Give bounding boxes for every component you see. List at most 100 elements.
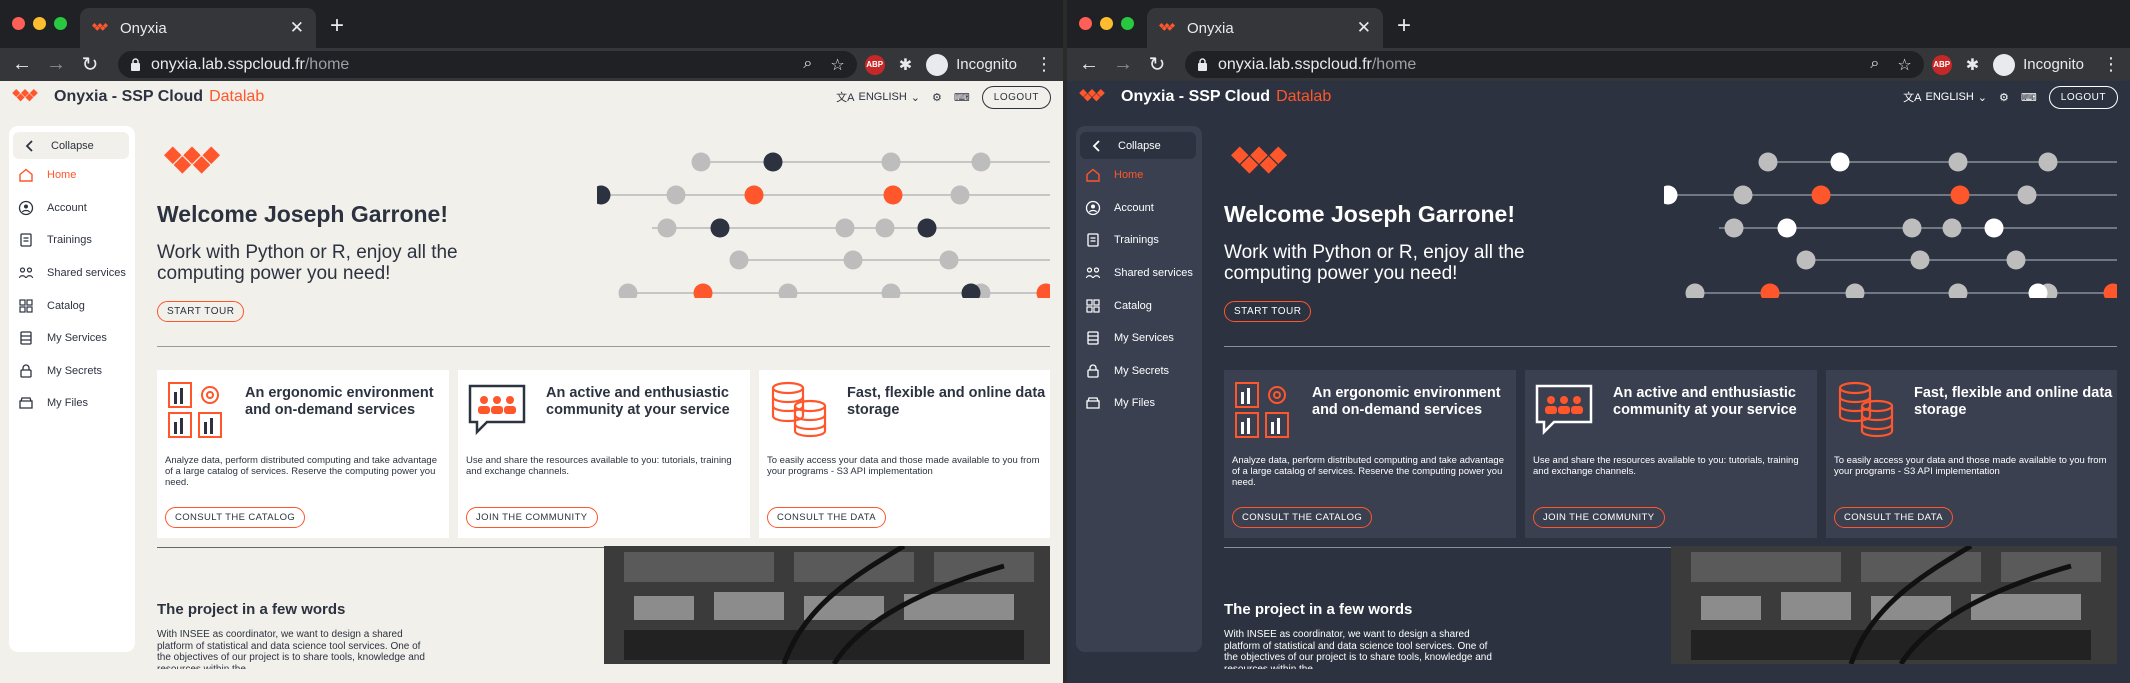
extensions-puzzle-icon[interactable]: ✱ xyxy=(899,55,912,75)
sidebar-item-trainings[interactable]: Trainings xyxy=(9,224,135,257)
sidebar-item-my-secrets[interactable]: My Secrets xyxy=(9,355,135,388)
sidebar-item-label: My Services xyxy=(1114,332,1174,345)
onyxia-favicon-icon xyxy=(92,23,108,31)
sidebar-item-label: My Files xyxy=(1114,397,1155,410)
sidebar-item-trainings[interactable]: Trainings xyxy=(1076,224,1202,257)
maximize-window-button[interactable] xyxy=(54,17,67,30)
minimize-window-button[interactable] xyxy=(33,17,46,30)
onyxia-page: Onyxia - SSP Cloud Datalab 文A ENGLISH ⌄ ⚙ ⌨… xyxy=(1067,81,2130,683)
onyxia-logo-icon[interactable] xyxy=(1079,89,1105,105)
address-bar[interactable]: onyxia.lab.sspcloud.fr/home ⌕ ☆ xyxy=(1185,51,1924,78)
close-tab-icon[interactable]: ✕ xyxy=(1357,18,1371,38)
logout-button[interactable]: LOGOUT xyxy=(2048,85,2118,109)
extensions-puzzle-icon[interactable]: ✱ xyxy=(1966,55,1979,75)
zoom-icon[interactable]: ⌕ xyxy=(803,55,812,75)
maximize-window-button[interactable] xyxy=(1121,17,1134,30)
home-icon xyxy=(17,166,35,184)
settings-gear-icon[interactable]: ⚙ xyxy=(1999,91,2009,104)
card-title: Fast, flexible and online data storage xyxy=(847,385,1046,418)
logout-button[interactable]: LOGOUT xyxy=(981,85,1051,109)
bookmark-star-icon[interactable]: ☆ xyxy=(1897,55,1911,75)
sidebar-item-label: Catalog xyxy=(47,299,85,312)
account-icon xyxy=(17,199,35,217)
card-title: Fast, flexible and online data storage xyxy=(1914,385,2113,418)
sidebar-item-shared-services[interactable]: Shared services xyxy=(9,257,135,290)
join-community-button[interactable]: JOIN THE COMMUNITY xyxy=(466,507,598,528)
keyboard-icon[interactable]: ⌨ xyxy=(954,91,970,104)
chevron-down-icon: ⌄ xyxy=(910,91,920,104)
incognito-avatar-icon xyxy=(926,53,949,76)
app-name-accent: Datalab xyxy=(209,88,265,105)
close-window-button[interactable] xyxy=(12,17,25,30)
zoom-icon[interactable]: ⌕ xyxy=(1870,55,1879,75)
browser-menu-icon[interactable]: ⋮ xyxy=(2102,54,2120,75)
sidebar-item-catalog[interactable]: Catalog xyxy=(9,289,135,322)
consult-catalog-button[interactable]: CONSULT THE CATALOG xyxy=(165,507,306,528)
new-tab-icon[interactable]: + xyxy=(1397,12,1411,40)
project-text: With INSEE as coordinator, we want to de… xyxy=(1224,629,1492,669)
divider xyxy=(157,346,1050,347)
reload-icon[interactable]: ↻ xyxy=(1145,52,1169,77)
sidebar-item-account[interactable]: Account xyxy=(1076,192,1202,225)
language-select[interactable]: 文A ENGLISH ⌄ xyxy=(1903,89,1987,105)
language-select[interactable]: 文A ENGLISH ⌄ xyxy=(836,89,920,105)
onyxia-logo-icon[interactable] xyxy=(12,89,38,105)
sidebar-item-account[interactable]: Account xyxy=(9,192,135,225)
sidebar-item-catalog[interactable]: Catalog xyxy=(1076,289,1202,322)
adblock-extension-icon[interactable]: ABP xyxy=(864,54,885,75)
sidebar-item-label: Account xyxy=(1114,201,1154,214)
consult-data-button[interactable]: CONSULT THE DATA xyxy=(767,507,886,528)
keyboard-icon[interactable]: ⌨ xyxy=(2021,91,2037,104)
consult-data-button[interactable]: CONSULT THE DATA xyxy=(1834,507,1953,528)
tab-title: Onyxia xyxy=(120,19,167,37)
sidebar-item-my-secrets[interactable]: My Secrets xyxy=(1076,355,1202,388)
community-chat-icon xyxy=(468,384,526,436)
card-description: To easily access your data and those mad… xyxy=(1834,455,2107,477)
card-description: Analyze data, perform distributed comput… xyxy=(165,455,437,488)
browser-tab[interactable]: Onyxia ✕ xyxy=(80,8,316,48)
files-icon xyxy=(17,394,35,412)
sidebar-item-shared-services[interactable]: Shared services xyxy=(1076,257,1202,290)
settings-gear-icon[interactable]: ⚙ xyxy=(932,91,942,104)
sidebar-item-my-files[interactable]: My Files xyxy=(9,387,135,420)
server-rack-image xyxy=(604,546,1050,664)
tab-strip: Onyxia ✕ + xyxy=(0,0,1063,48)
main-content: Welcome Joseph Garrone! Work with Python… xyxy=(157,113,1050,683)
sidebar-item-my-files[interactable]: My Files xyxy=(1076,387,1202,420)
sidebar-item-my-services[interactable]: My Services xyxy=(9,322,135,355)
forward-icon[interactable]: → xyxy=(44,53,68,76)
browser-tab[interactable]: Onyxia ✕ xyxy=(1147,8,1383,48)
card-title: An ergonomic environment and on-demand s… xyxy=(1312,385,1501,418)
address-bar[interactable]: onyxia.lab.sspcloud.fr/home ⌕ ☆ xyxy=(118,51,857,78)
profile-label: Incognito xyxy=(2023,56,2084,73)
app-title[interactable]: Onyxia - SSP Cloud Datalab xyxy=(1121,88,1331,106)
services-grid-icon xyxy=(1235,382,1289,438)
adblock-extension-icon[interactable]: ABP xyxy=(1931,54,1952,75)
trainings-icon xyxy=(17,231,35,249)
start-tour-button[interactable]: START TOUR xyxy=(157,301,245,322)
join-community-button[interactable]: JOIN THE COMMUNITY xyxy=(1533,507,1665,528)
close-tab-icon[interactable]: ✕ xyxy=(290,18,304,38)
close-window-button[interactable] xyxy=(1079,17,1092,30)
bookmark-star-icon[interactable]: ☆ xyxy=(830,55,844,75)
sidebar-item-my-services[interactable]: My Services xyxy=(1076,322,1202,355)
incognito-profile[interactable]: Incognito xyxy=(926,53,1017,76)
tab-title: Onyxia xyxy=(1187,19,1234,37)
sidebar-item-label: Trainings xyxy=(47,234,92,247)
browser-menu-icon[interactable]: ⋮ xyxy=(1035,54,1053,75)
sidebar-item-home[interactable]: Home xyxy=(9,159,135,192)
reload-icon[interactable]: ↻ xyxy=(78,52,102,77)
consult-catalog-button[interactable]: CONSULT THE CATALOG xyxy=(1232,507,1373,528)
incognito-profile[interactable]: Incognito xyxy=(1993,53,2084,76)
forward-icon[interactable]: → xyxy=(1111,53,1135,76)
start-tour-button[interactable]: START TOUR xyxy=(1224,301,1312,322)
back-icon[interactable]: ← xyxy=(10,53,34,76)
url-path: /home xyxy=(1371,55,1417,73)
app-title[interactable]: Onyxia - SSP Cloud Datalab xyxy=(54,88,264,106)
new-tab-icon[interactable]: + xyxy=(330,12,344,40)
back-icon[interactable]: ← xyxy=(1077,53,1101,76)
sidebar-item-collapse[interactable]: Collapse xyxy=(1080,132,1196,159)
minimize-window-button[interactable] xyxy=(1100,17,1113,30)
sidebar-item-home[interactable]: Home xyxy=(1076,159,1202,192)
sidebar-item-collapse[interactable]: Collapse xyxy=(13,132,129,159)
